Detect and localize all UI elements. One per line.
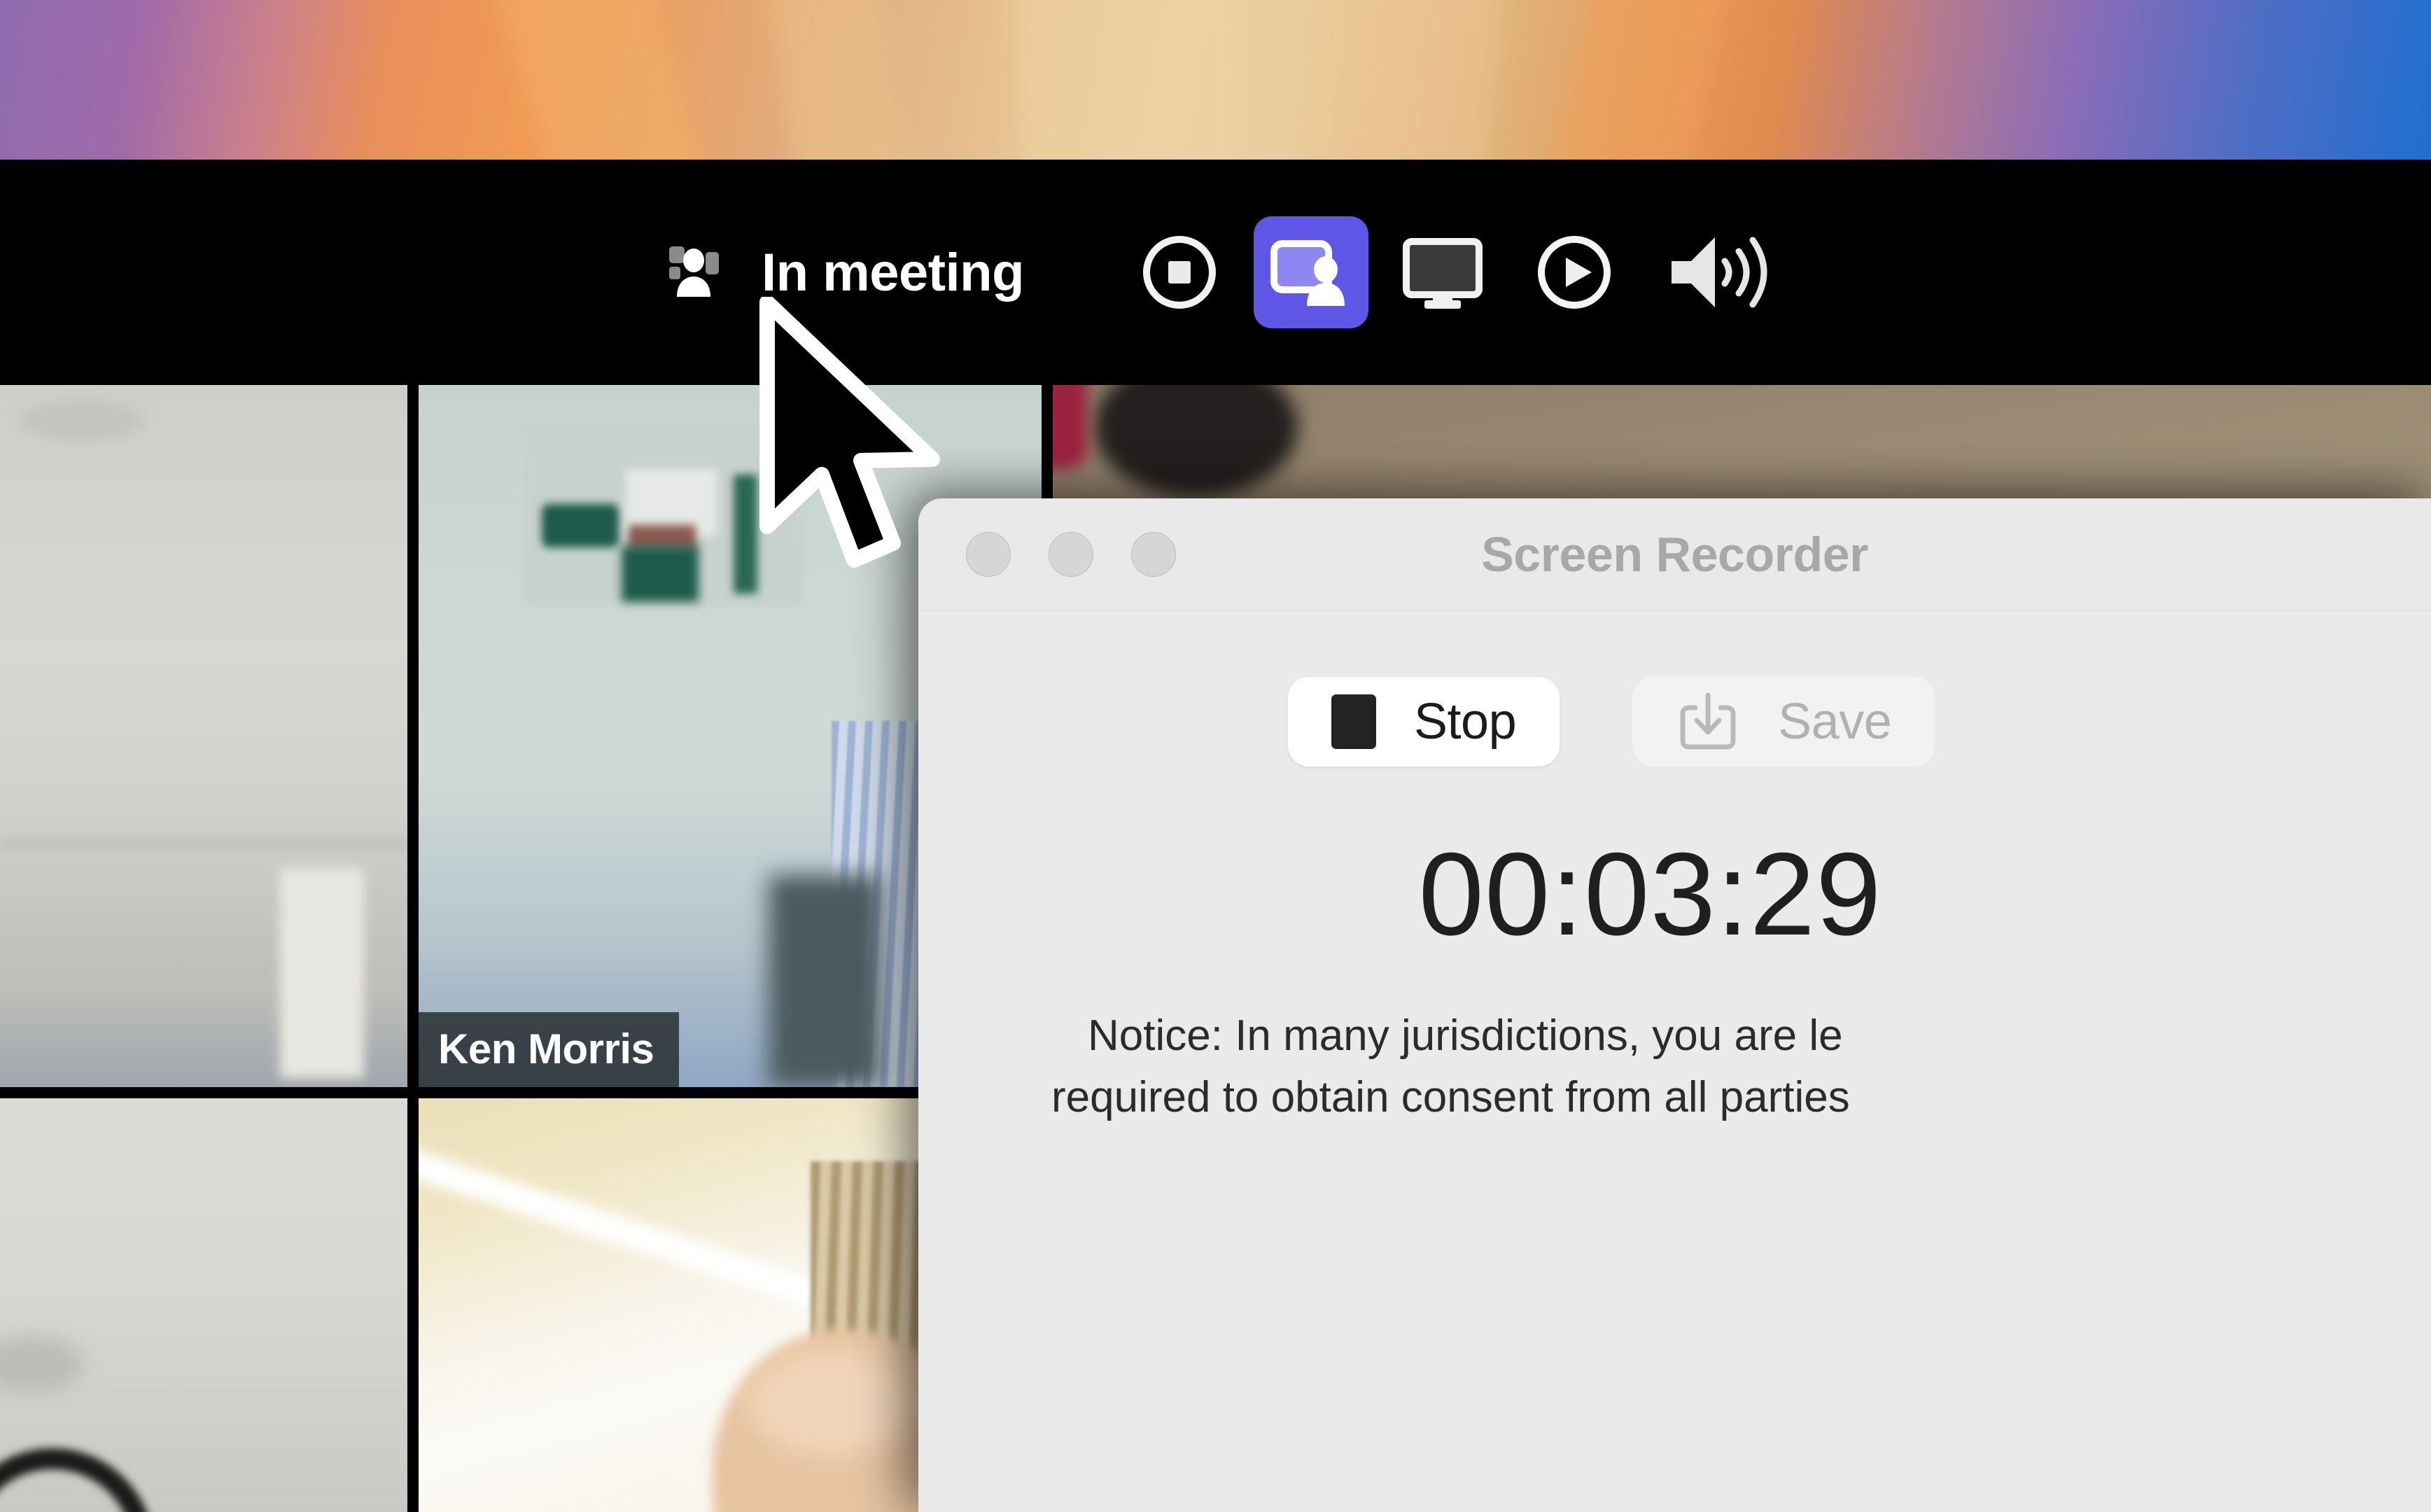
meeting-status-label: In meeting [761, 242, 1025, 302]
stop-circle-icon [1143, 236, 1217, 309]
play-circle-icon [1538, 236, 1611, 309]
participant-name-label: Ken Morris [419, 1012, 680, 1087]
wall-edge [0, 840, 407, 848]
save-download-icon [1676, 688, 1740, 755]
video-tile[interactable] [0, 385, 407, 1087]
meeting-toolbar: In meeting [0, 160, 2431, 385]
picture-detail-green [622, 546, 699, 602]
traffic-lights [966, 532, 1176, 577]
picture-detail-dark [542, 504, 619, 547]
video-tile[interactable] [0, 1098, 407, 1512]
wallpaper-ray [1302, 0, 1511, 160]
stop-button[interactable]: Stop [1288, 677, 1560, 766]
legal-notice-line-1: Notice: In many jurisdictions, you are l… [1088, 1011, 1843, 1060]
save-button-label: Save [1778, 694, 1892, 750]
people-icon [668, 244, 738, 302]
picture-detail-bottle [734, 475, 757, 594]
screen-recorder-window[interactable]: Screen Recorder Stop Save 00:03:29 Notic… [918, 498, 2431, 1512]
screen-share-person-icon [1270, 240, 1345, 306]
legal-notice-line-2: required to obtain consent from all part… [1051, 1072, 1850, 1121]
play-button[interactable] [1517, 216, 1632, 328]
legal-notice: Notice: In many jurisdictions, you are l… [1051, 1009, 2431, 1124]
wallpaper-ray [477, 0, 704, 160]
stop-square-icon [1331, 694, 1376, 749]
person-forehead-highlight [748, 1350, 916, 1455]
red-object [1053, 385, 1088, 469]
wallpaper-ray [755, 0, 903, 160]
recording-timer: 00:03:29 [1418, 828, 1882, 960]
wallpaper-ray [1011, 0, 1246, 160]
meeting-status: In meeting [668, 242, 1025, 303]
person-shoulder [769, 875, 881, 1087]
wallpaper-ray [1555, 0, 1745, 160]
monitor-icon [1403, 238, 1483, 309]
desktop-wallpaper [0, 0, 2431, 160]
save-button[interactable]: Save [1632, 677, 1935, 766]
zoom-button[interactable] [1131, 532, 1176, 577]
record-stop-button[interactable] [1122, 216, 1237, 328]
display-button[interactable] [1385, 216, 1500, 328]
share-screen-button[interactable] [1254, 216, 1369, 328]
door-frame [280, 868, 364, 1078]
ceiling-fixture [18, 400, 146, 441]
window-titlebar[interactable]: Screen Recorder [918, 498, 2431, 611]
stop-button-label: Stop [1414, 694, 1517, 750]
minimize-button[interactable] [1049, 532, 1093, 577]
volume-button[interactable] [1648, 216, 1795, 328]
recorder-actions: Stop Save [918, 677, 2431, 766]
close-button[interactable] [966, 532, 1011, 577]
window-body: Stop Save 00:03:29 Notice: In many juris… [918, 611, 2431, 1124]
speaker-waves-icon [1672, 237, 1767, 308]
